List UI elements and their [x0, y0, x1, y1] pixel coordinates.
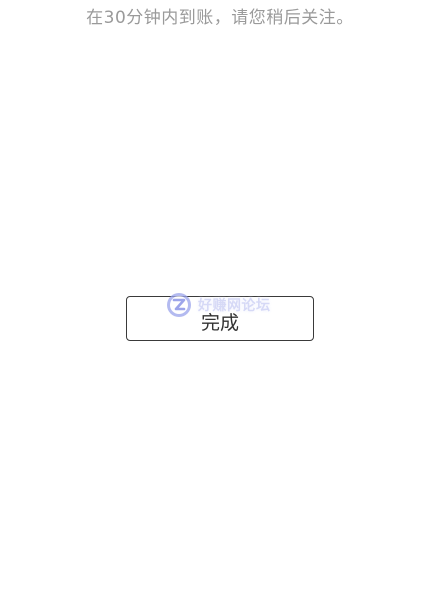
arrival-notice-text: 在30分钟内到账，请您稍后关注。 — [86, 8, 354, 28]
page: 在30分钟内到账，请您稍后关注。 完成 好赚网论坛 — [0, 0, 440, 611]
done-button-label: 完成 — [200, 312, 239, 334]
done-button[interactable]: 完成 — [126, 296, 314, 341]
